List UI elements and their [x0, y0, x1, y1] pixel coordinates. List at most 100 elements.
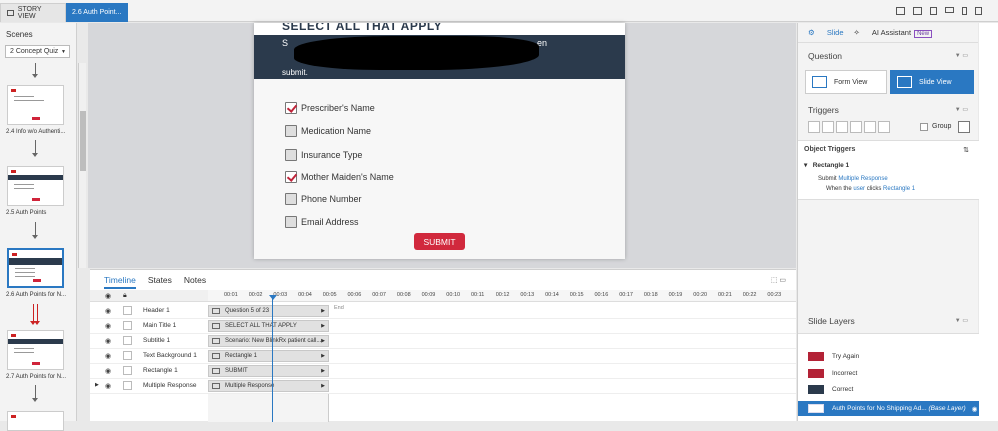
lock-checkbox[interactable]	[123, 381, 132, 390]
tablet-portrait-icon[interactable]	[930, 7, 937, 15]
lock-checkbox[interactable]	[123, 366, 132, 375]
tab-timeline[interactable]: Timeline	[104, 275, 136, 289]
copy-trigger-icon[interactable]	[836, 121, 848, 133]
layer-timeline-bar[interactable]: Rectangle 1 ▶	[208, 350, 329, 362]
scene-thumbnail-3-selected[interactable]	[7, 248, 64, 288]
lock-icon[interactable]: 🔒︎	[123, 292, 127, 300]
tab-ai-assistant[interactable]: ✧ AI Assistant New	[854, 28, 933, 38]
timeline-layer-row[interactable]: ▶ ◉ Multiple Response Multiple Response ▶	[90, 379, 796, 394]
scene-thumbnail-2[interactable]	[7, 166, 64, 206]
timeline-layer-row[interactable]: ◉ Rectangle 1 SUBMIT ▶	[90, 364, 796, 379]
desktop-view-icon[interactable]	[896, 7, 905, 15]
edit-trigger-icon[interactable]	[822, 121, 834, 133]
submit-button[interactable]: SUBMIT	[414, 233, 465, 250]
scene-thumbnail-4[interactable]	[7, 330, 64, 370]
checkbox-checked[interactable]	[285, 171, 297, 183]
canvas-vertical-scrollbar[interactable]	[78, 63, 86, 268]
timeline-end-marker: End	[334, 305, 344, 311]
tab-active-slide[interactable]: 2.6 Auth Point...	[66, 3, 128, 22]
scene-thumbnail-1[interactable]	[7, 85, 64, 125]
scene-select[interactable]: 2 Concept Quiz ▼	[5, 45, 70, 58]
slide-layer-try-again[interactable]: Try Again	[808, 350, 859, 362]
lock-checkbox[interactable]	[123, 351, 132, 360]
group-checkbox[interactable]	[920, 123, 928, 131]
choice-email-address[interactable]: Email Address	[285, 215, 359, 229]
timeline-layer-row[interactable]: ◉ Text Background 1 Rectangle 1 ▶	[90, 349, 796, 364]
checkbox[interactable]	[285, 216, 297, 228]
eye-icon[interactable]: ◉	[105, 382, 111, 390]
layer-timeline-bar[interactable]: SELECT ALL THAT APPLY ▶	[208, 320, 329, 332]
timeline-layer-row[interactable]: ◉ Header 1 Question 5 of 23 ▶	[90, 304, 796, 319]
choice-prescribers-name[interactable]: Prescriber's Name	[285, 101, 375, 115]
phone-landscape-icon[interactable]	[945, 7, 954, 13]
collapse-controls[interactable]: ▼ ▭	[955, 52, 968, 59]
timeline-layer-row[interactable]: ◉ Main Title 1 SELECT ALL THAT APPLY ▶	[90, 319, 796, 334]
scene-thumbnail-label: 2.7 Auth Points for N...	[6, 374, 67, 380]
lock-checkbox[interactable]	[123, 336, 132, 345]
choice-medication-name[interactable]: Medication Name	[285, 124, 371, 138]
tablet-landscape-icon[interactable]	[913, 7, 922, 15]
trigger-object-name: Rectangle 1	[812, 162, 850, 169]
collapse-controls[interactable]: ▼ ▭	[955, 317, 968, 324]
form-view-button[interactable]: Form View	[805, 70, 887, 94]
slide-main-title[interactable]: SELECT ALL THAT APPLY	[282, 23, 442, 33]
timeline-playhead[interactable]	[269, 295, 277, 422]
delete-trigger-icon[interactable]	[864, 121, 876, 133]
rectangle-icon	[212, 368, 220, 374]
scene-thumbnail-5[interactable]	[7, 411, 64, 431]
layer-thumbnail	[808, 404, 824, 413]
phone-portrait-icon[interactable]	[962, 7, 967, 15]
eye-icon[interactable]: ◉	[105, 367, 111, 375]
timeline-ruler[interactable]: 00:01 00:02 00:03 00:04 00:05 00:06 00:07 00:08…	[208, 290, 796, 302]
trigger-when-user[interactable]: user	[853, 186, 865, 192]
layer-timeline-bar[interactable]: SUBMIT ▶	[208, 365, 329, 377]
eye-icon[interactable]: ◉	[105, 352, 111, 360]
eye-icon[interactable]: ◉	[972, 405, 978, 413]
choice-insurance-type[interactable]: Insurance Type	[285, 148, 362, 162]
fullscreen-icon[interactable]	[975, 7, 982, 15]
layer-timeline-bar[interactable]: Multiple Response ▶	[208, 380, 329, 392]
choice-phone-number[interactable]: Phone Number	[285, 192, 362, 206]
tab-states[interactable]: States	[148, 275, 172, 289]
trigger-action[interactable]: Submit Multiple Response	[818, 176, 888, 182]
timeline-window-controls[interactable]: ⬚ ▭	[771, 276, 786, 284]
timeline-layer-row[interactable]: ◉ Subtitle 1 Scenario: New BlinkRx patie…	[90, 334, 796, 349]
layer-timeline-bar[interactable]: Question 5 of 23 ▶	[208, 305, 329, 317]
eye-icon[interactable]: ◉	[105, 292, 111, 300]
chevron-down-icon: ▼	[61, 49, 66, 55]
question-object-icon	[212, 383, 220, 389]
scrollbar-thumb[interactable]	[80, 111, 86, 171]
collapse-controls[interactable]: ▼ ▭	[955, 106, 968, 113]
trigger-when-object[interactable]: Rectangle 1	[883, 186, 915, 192]
tab-story-view[interactable]: STORY VIEW	[0, 3, 66, 22]
timeline-tick: 00:07	[372, 292, 386, 298]
trigger-panel-icon[interactable]	[958, 121, 970, 133]
eye-icon[interactable]: ◉	[105, 337, 111, 345]
tab-slide[interactable]: ⚙ Slide	[808, 28, 844, 37]
slide-layer-incorrect[interactable]: Incorrect	[808, 367, 857, 379]
checkbox[interactable]	[285, 193, 297, 205]
scenario-text-start: S	[282, 38, 289, 48]
eye-icon[interactable]: ◉	[105, 322, 111, 330]
move-trigger-icon[interactable]	[878, 121, 890, 133]
expand-arrow-icon[interactable]: ▶	[95, 382, 99, 388]
trigger-condition[interactable]: When the user clicks Rectangle 1	[826, 186, 915, 192]
slide-view-button[interactable]: Slide View	[890, 70, 974, 94]
checkbox-checked[interactable]	[285, 102, 297, 114]
slide-layer-base[interactable]: Auth Points for No Shipping Ad... (Base …	[798, 401, 979, 416]
collapse-all-icon[interactable]: ⇅	[963, 146, 969, 154]
layer-timeline-bar[interactable]: Scenario: New BlinkRx patient call... ▶	[208, 335, 329, 347]
checkbox[interactable]	[285, 149, 297, 161]
tab-notes[interactable]: Notes	[184, 275, 206, 289]
new-trigger-icon[interactable]	[808, 121, 820, 133]
checkbox[interactable]	[285, 125, 297, 137]
slide-layer-correct[interactable]: Correct	[808, 383, 853, 395]
trigger-action-link[interactable]: Multiple Response	[838, 176, 887, 182]
lock-checkbox[interactable]	[123, 306, 132, 315]
paste-trigger-icon[interactable]	[850, 121, 862, 133]
chevron-right-icon: ▶	[321, 353, 325, 359]
choice-mother-maiden-name[interactable]: Mother Maiden's Name	[285, 170, 394, 184]
eye-icon[interactable]: ◉	[105, 307, 111, 315]
lock-checkbox[interactable]	[123, 321, 132, 330]
trigger-object-row[interactable]: ▾ Rectangle 1	[804, 161, 849, 169]
